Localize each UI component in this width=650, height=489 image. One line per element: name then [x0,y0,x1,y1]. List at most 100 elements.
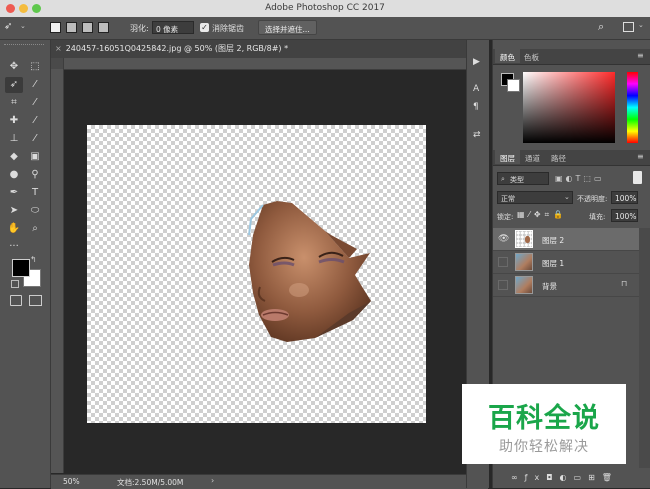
type-tool-icon[interactable]: T [26,185,44,201]
layer-thumbnail [515,230,533,248]
blend-mode-select[interactable]: 正常 ⌄ [497,191,573,204]
watermark-title: 百科全说 [488,403,600,434]
eye-icon[interactable]: 👁 [498,234,509,244]
color-panel-background-swatch[interactable] [507,79,520,92]
watermark-logo: 百科全说 助你轻松解决 [462,384,626,464]
zoom-level[interactable]: 50% [63,477,80,486]
fill-input[interactable]: 100% [611,209,638,222]
foreground-color-swatch[interactable] [12,259,30,277]
hue-slider[interactable] [627,72,638,143]
layer-name: 图层 2 [542,236,565,245]
tab-swatches[interactable]: 色板 [519,49,544,63]
options-bar: ➶ ⌄ 羽化: 0 像素 ✓ 消除锯齿 选择并遮住... ⌕ ⌄ [0,17,650,40]
search-icon[interactable]: ⌕ [598,20,604,34]
close-document-icon[interactable]: × [55,44,62,53]
properties-panel-icon[interactable]: ⇄ [473,130,481,140]
layers-panel-tabs: 图层 通道 路径 ≡ [493,150,650,166]
gradient-tool-icon[interactable]: ▣ [26,149,44,165]
color-picker-field[interactable] [523,72,615,143]
layers-panel-menu-icon[interactable]: ≡ [637,152,644,161]
blend-mode-value: 正常 [501,195,515,203]
layer-name: 背景 [542,282,557,291]
layer-row-layer-2[interactable]: 👁 图层 2 [493,228,639,251]
tab-layers[interactable]: 图层 [495,150,520,164]
select-and-mask-button[interactable]: 选择并遮住... [258,20,317,35]
hand-tool-icon[interactable]: ✋ [5,221,23,237]
more-tools-icon[interactable]: ··· [5,239,23,255]
lock-label: 锁定: [497,213,514,221]
paragraph-panel-icon[interactable]: ¶ [473,102,479,112]
document-tab[interactable]: × 240457-16051Q0425842.jpg @ 50% (图层 2, R… [51,40,488,59]
document-size: 文档:2.50M/5.00M [117,478,184,487]
pen-tool-icon[interactable]: ✒ [5,185,23,201]
color-panel-menu-icon[interactable]: ≡ [637,51,644,60]
feather-input[interactable]: 0 像素 [152,21,194,34]
layer-filter-label: 类型 [510,176,524,184]
title-bar: Adobe Photoshop CC 2017 [0,0,650,18]
horizontal-ruler [63,58,488,70]
chevron-down-icon: ⌄ [564,193,570,201]
path-selection-tool-icon[interactable]: ➤ [5,203,23,219]
layer-filter-icons[interactable]: ▣◐T⬚▭ [555,174,605,183]
visibility-toggle[interactable] [498,280,508,290]
antialias-checkbox[interactable]: ✓ [200,23,209,32]
blur-tool-icon[interactable]: ● [5,167,23,183]
healing-brush-tool-icon[interactable]: ✚ [5,113,23,129]
layer-row-background[interactable]: 背景 ⊓ [493,274,639,297]
swap-colors-icon[interactable]: ↰ [30,255,37,264]
intersect-selection-icon[interactable] [98,22,109,33]
marquee-tool-icon[interactable]: ⬚ [26,59,44,75]
history-brush-tool-icon[interactable]: ⁄ [26,131,44,147]
layers-footer-icons[interactable]: ∞ƒx◘◐▭⊞🗑 [511,473,619,482]
chevron-down-icon[interactable]: ⌄ [20,22,26,30]
opacity-label: 不透明度: [577,195,608,203]
vertical-ruler [51,58,64,473]
character-panel-icon[interactable]: A [473,84,479,94]
ruler-origin[interactable] [51,58,63,69]
color-panel-tabs: 颜色 色板 ≡ [493,49,650,65]
lasso-tool-icon[interactable]: ➶ [5,77,23,93]
crop-tool-icon[interactable]: ⌗ [5,95,23,111]
dodge-tool-icon[interactable]: ⚲ [26,167,44,183]
workspace-icon[interactable] [623,22,634,32]
subtract-from-selection-icon[interactable] [82,22,93,33]
filter-toggle[interactable] [633,171,642,184]
visibility-toggle[interactable] [498,257,508,267]
eyedropper-tool-icon[interactable]: ⁄ [26,95,44,111]
lock-options-icons[interactable]: ▦⁄✥⌗🔒 [517,210,567,220]
tab-paths[interactable]: 路径 [546,150,571,164]
move-tool-icon[interactable]: ✥ [5,59,23,75]
clone-stamp-tool-icon[interactable]: ⊥ [5,131,23,147]
opacity-input[interactable]: 100% [611,191,638,204]
layer-thumbnail [515,276,533,294]
screen-mode-icon[interactable] [29,295,42,306]
status-menu-arrow-icon[interactable]: › [211,476,214,485]
toolbar-grip[interactable] [4,44,44,47]
eraser-tool-icon[interactable]: ◆ [5,149,23,165]
tab-channels[interactable]: 通道 [520,150,545,164]
tab-color[interactable]: 颜色 [495,49,520,63]
quick-selection-tool-icon[interactable]: ⁄ [26,77,44,93]
layer-row-layer-1[interactable]: 图层 1 [493,251,639,274]
layers-scrollbar[interactable] [639,228,650,468]
add-to-selection-icon[interactable] [66,22,77,33]
brush-tool-icon[interactable]: ⁄ [26,113,44,129]
layer-name: 图层 1 [542,259,565,268]
layer-filter-select[interactable]: ⌕ 类型 [497,172,549,185]
ellipse-tool-icon[interactable]: ⬭ [26,203,44,219]
history-panel-icon[interactable]: ▶ [473,57,480,67]
workspace-chevron-icon[interactable]: ⌄ [638,21,644,29]
new-selection-icon[interactable] [50,22,61,33]
document-canvas[interactable] [87,125,426,423]
zoom-tool-icon[interactable]: ⌕ [26,221,44,237]
face-layer-image [248,201,371,342]
document-tab-label: × 240457-16051Q0425842.jpg @ 50% (图层 2, R… [55,44,289,53]
antialias-label: 消除锯齿 [212,24,244,33]
status-bar: 50% 文档:2.50M/5.00M › [51,474,488,489]
lasso-tool-preset-icon[interactable]: ➶ [4,21,18,34]
lock-icon: ⊓ [621,279,628,288]
quick-mask-icon[interactable] [10,295,22,306]
default-colors-icon[interactable] [11,280,19,288]
fill-label: 填充: [589,213,606,221]
search-icon: ⌕ [501,175,505,183]
